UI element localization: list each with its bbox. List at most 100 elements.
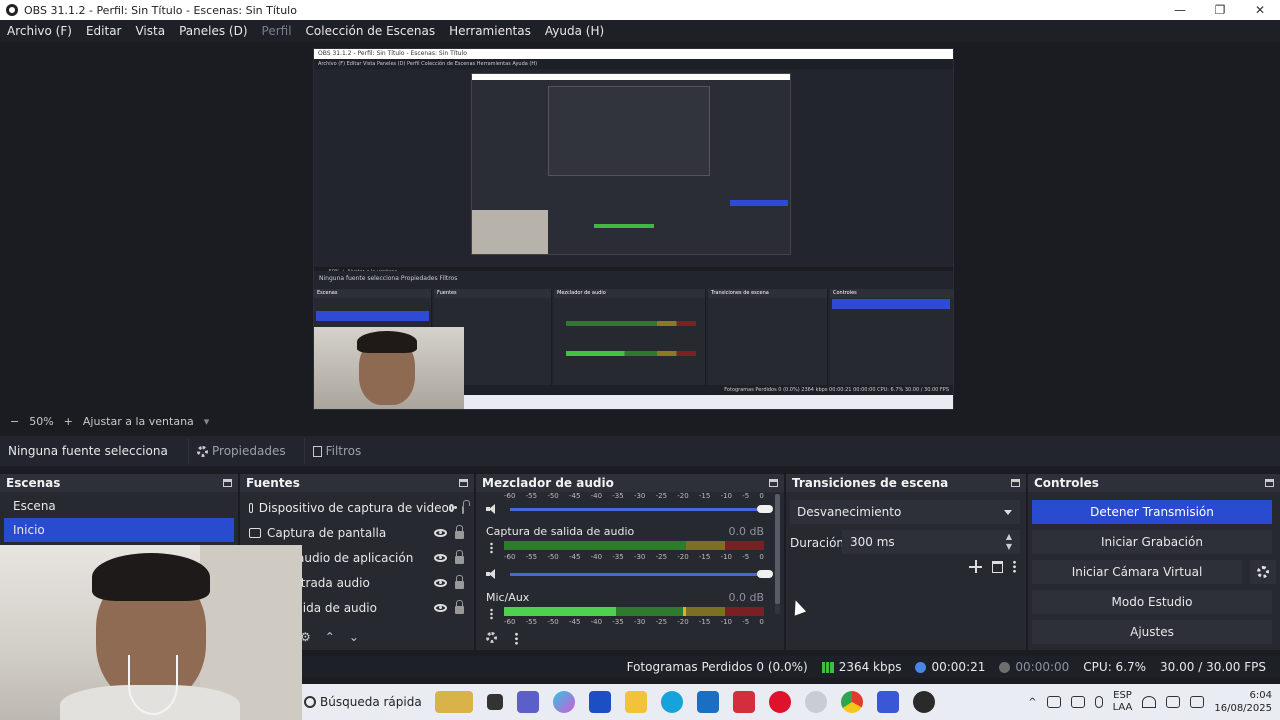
scene-item-escena[interactable]: Escena	[4, 494, 234, 518]
wifi-icon[interactable]	[1142, 696, 1157, 708]
more-icon[interactable]	[1013, 560, 1016, 573]
chrome-icon[interactable]	[841, 691, 863, 713]
up-icon[interactable]: ⌃	[325, 630, 335, 644]
maximize-button[interactable]: ❐	[1200, 3, 1240, 17]
clock[interactable]: 6:04 16/08/2025	[1214, 689, 1272, 715]
menu-vista[interactable]: Vista	[128, 24, 172, 38]
more-icon[interactable]	[515, 632, 518, 645]
undock-icon[interactable]	[223, 479, 232, 487]
menu-perfil[interactable]: Perfil	[255, 24, 299, 38]
slider-handle[interactable]	[757, 504, 773, 513]
edge-icon[interactable]	[661, 691, 683, 713]
record-icon	[999, 661, 1011, 673]
preview-screen[interactable]: OBS 31.1.2 - Perfil: Sin Título - Escena…	[313, 48, 954, 410]
settings-button[interactable]: Ajustes	[1032, 620, 1272, 644]
volume-slider[interactable]	[510, 504, 773, 513]
track-menu-icon[interactable]	[490, 542, 493, 554]
menu-ayuda[interactable]: Ayuda (H)	[538, 24, 611, 38]
transition-select[interactable]: Desvanecimiento	[790, 500, 1020, 524]
undock-icon[interactable]	[1011, 479, 1020, 487]
zoom-in-button[interactable]: +	[64, 415, 73, 428]
duration-input[interactable]: 300 ms ▲ ▼	[842, 530, 1020, 554]
mixer-scrollbar[interactable]	[775, 494, 780, 614]
trash-icon[interactable]	[992, 560, 1003, 573]
fit-window-button[interactable]: Ajustar a la ventana	[83, 415, 194, 428]
microphone-icon[interactable]	[1094, 696, 1103, 708]
meter-peak	[683, 607, 687, 616]
slider-handle[interactable]	[757, 569, 773, 578]
track-db: 0.0 dB	[728, 525, 764, 538]
file-explorer-icon[interactable]	[625, 691, 647, 713]
minimize-button[interactable]: —	[1160, 3, 1200, 17]
store-icon[interactable]	[697, 691, 719, 713]
lock-icon[interactable]	[455, 574, 464, 589]
battery-icon[interactable]	[1190, 696, 1205, 708]
widgets-icon[interactable]	[435, 691, 473, 713]
chevron-down-icon	[1004, 510, 1012, 515]
track-menu-icon[interactable]	[490, 608, 493, 620]
meter-yellow	[686, 607, 725, 616]
virtual-camera-settings-button[interactable]	[1250, 560, 1276, 584]
menu-coleccion-escenas[interactable]: Colección de Escenas	[299, 24, 443, 38]
filters-button[interactable]: Filtros	[303, 438, 370, 464]
menu-paneles[interactable]: Paneles (D)	[172, 24, 254, 38]
nested-dock-head: Fuentes	[434, 289, 551, 298]
eye-icon[interactable]	[448, 503, 457, 512]
speaker-icon[interactable]	[486, 569, 498, 579]
volume-icon[interactable]	[1166, 696, 1181, 708]
obs-taskbar-icon[interactable]	[913, 691, 935, 713]
transitions-dock-header: Transiciones de escena	[786, 474, 1026, 492]
eye-icon[interactable]	[434, 603, 447, 612]
tray-app-icon[interactable]	[1070, 696, 1085, 708]
language-indicator[interactable]: ESP LAA	[1113, 690, 1133, 714]
scene-label: Escena	[13, 499, 56, 513]
roblox-icon[interactable]	[877, 691, 899, 713]
down-icon[interactable]: ⌄	[349, 630, 359, 644]
lock-icon[interactable]	[455, 524, 464, 539]
menu-archivo[interactable]: Archivo (F)	[0, 24, 79, 38]
scale-tick: -45	[568, 553, 581, 561]
speaker-icon[interactable]	[486, 504, 498, 514]
task-view-icon[interactable]	[487, 694, 503, 710]
properties-button[interactable]: Propiedades	[188, 438, 294, 464]
eye-icon[interactable]	[434, 528, 447, 537]
volume-slider[interactable]	[510, 569, 773, 578]
source-item[interactable]: Captura de pantalla	[240, 520, 474, 545]
tray-app-icon[interactable]	[1046, 696, 1061, 708]
eye-icon[interactable]	[434, 553, 447, 562]
gear-icon[interactable]	[486, 632, 497, 643]
lock-icon[interactable]	[462, 499, 469, 514]
undock-icon[interactable]	[459, 479, 468, 487]
source-item[interactable]: Dispositivo de captura de video	[240, 495, 474, 520]
lock-icon[interactable]	[455, 549, 464, 564]
lock-icon[interactable]	[455, 599, 464, 614]
duration-stepper[interactable]: ▲ ▼	[1004, 532, 1014, 552]
undock-icon[interactable]	[769, 479, 778, 487]
undock-icon[interactable]	[1265, 479, 1274, 487]
copilot-icon[interactable]	[553, 691, 575, 713]
app-icon[interactable]	[805, 691, 827, 713]
opera-icon[interactable]	[769, 691, 791, 713]
studio-mode-button[interactable]: Modo Estudio	[1032, 590, 1272, 614]
menu-herramientas[interactable]: Herramientas	[442, 24, 538, 38]
mcafee-icon[interactable]	[733, 691, 755, 713]
cpu-usage: CPU: 6.7%	[1083, 660, 1147, 674]
search-icon[interactable]	[304, 696, 316, 708]
start-recording-button[interactable]: Iniciar Grabación	[1032, 530, 1272, 554]
preview-area[interactable]: OBS 31.1.2 - Perfil: Sin Título - Escena…	[0, 42, 1280, 412]
chevron-down-icon[interactable]: ▾	[204, 415, 210, 428]
stop-streaming-button[interactable]: Detener Transmisión	[1032, 500, 1272, 524]
zoom-out-button[interactable]: −	[10, 415, 19, 428]
taskbar-search[interactable]: Búsqueda rápida	[320, 695, 428, 709]
teams-icon[interactable]	[517, 691, 539, 713]
start-virtual-camera-button[interactable]: Iniciar Cámara Virtual	[1032, 560, 1242, 584]
scrollbar-thumb[interactable]	[775, 494, 780, 604]
add-icon[interactable]	[969, 560, 982, 573]
chevron-up-icon[interactable]: ^	[1028, 697, 1036, 708]
dropbox-icon[interactable]	[589, 691, 611, 713]
close-button[interactable]: ✕	[1240, 3, 1280, 17]
eye-icon[interactable]	[434, 578, 447, 587]
signal-icon	[821, 661, 834, 673]
menu-editar[interactable]: Editar	[79, 24, 129, 38]
scene-item-inicio[interactable]: Inicio	[4, 518, 234, 542]
